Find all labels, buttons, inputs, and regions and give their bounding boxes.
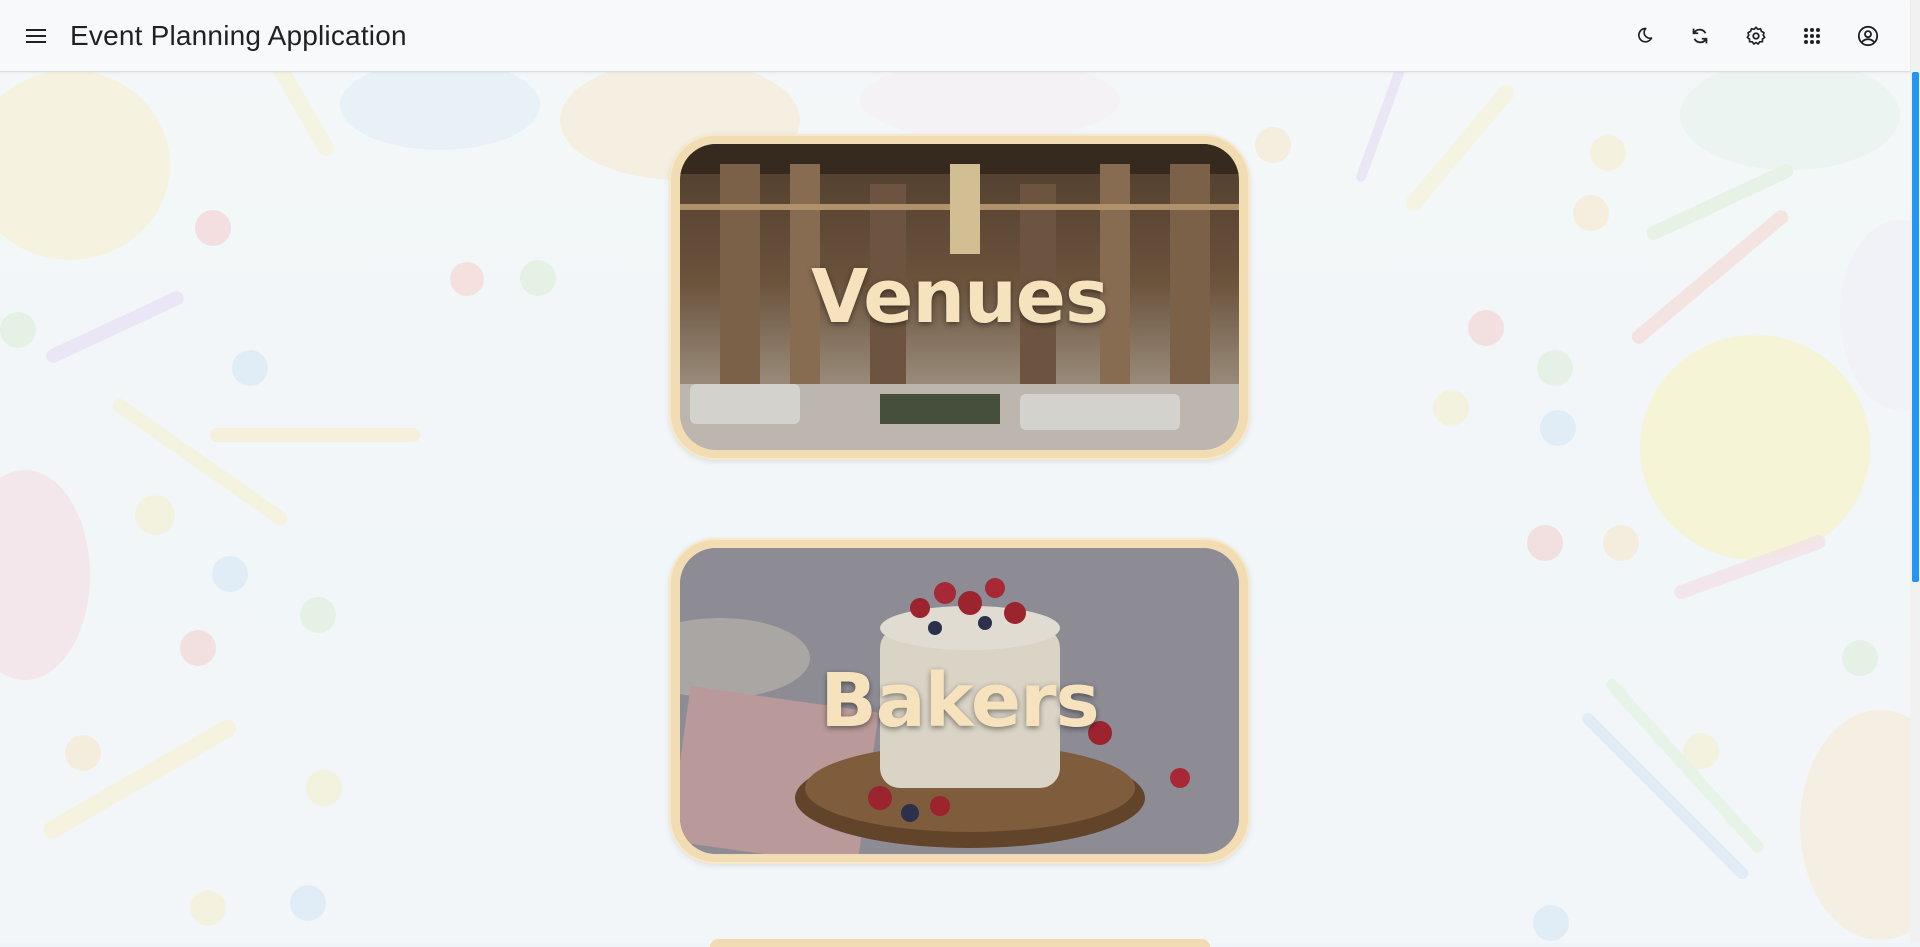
venues-label: Venues [810, 254, 1109, 340]
account-icon[interactable] [1852, 20, 1884, 52]
page-scrollbar[interactable] [1910, 0, 1920, 943]
settings-icon[interactable] [1740, 20, 1772, 52]
dark-mode-icon[interactable] [1628, 20, 1660, 52]
header-actions [1628, 20, 1884, 52]
menu-icon[interactable] [20, 20, 52, 52]
bakers-label: Bakers [820, 658, 1099, 744]
apps-grid-icon[interactable] [1796, 20, 1828, 52]
bakers-image: Bakers [680, 548, 1239, 854]
scrollbar-thumb[interactable] [1912, 72, 1919, 582]
venues-card[interactable]: Venues [671, 136, 1248, 458]
app-header: Event Planning Application [0, 0, 1910, 72]
next-card-peek [710, 939, 1210, 947]
bakers-card[interactable]: Bakers [671, 540, 1248, 862]
venues-image: Venues [680, 144, 1239, 450]
sync-icon[interactable] [1684, 20, 1716, 52]
page-title: Event Planning Application [70, 19, 407, 51]
